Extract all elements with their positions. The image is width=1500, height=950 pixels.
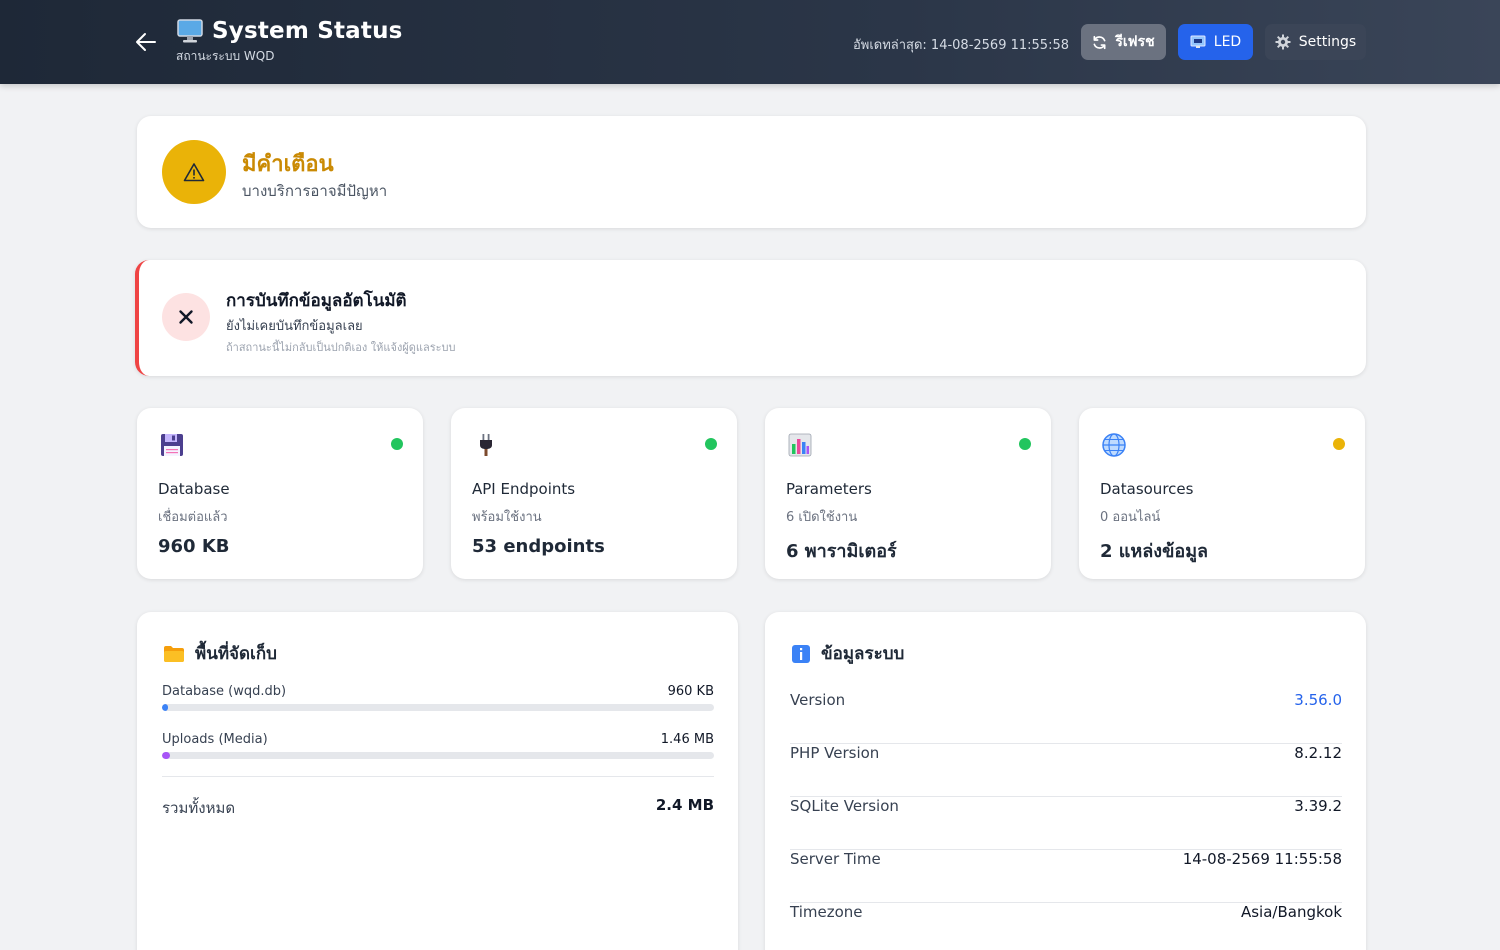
storage-item-value: 960 KB [667,684,714,699]
status-dot [705,438,717,450]
led-label: LED [1213,34,1242,50]
folder-icon [164,645,184,662]
system-info-panel: ข้อมูลระบบ Version 3.56.0 PHP Version 8.… [765,612,1366,950]
storage-total-value: 2.4 MB [655,796,714,814]
info-row-version: Version 3.56.0 [790,691,1342,744]
stat-subtitle: 0 ออนไลน์ [1100,510,1161,525]
warning-subtitle: บางบริการอาจมีปัญหา [242,182,388,200]
page-subtitle: สถานะระบบ WQD [176,49,275,63]
stat-title: API Endpoints [472,480,576,498]
arrow-left-icon [136,33,156,51]
storage-header: พื้นที่จัดเก็บ [163,640,277,667]
settings-label: Settings [1298,34,1357,50]
warning-triangle-icon [183,163,205,182]
divider [162,776,714,777]
storage-title: พื้นที่จัดเก็บ [195,644,277,664]
info-row-timezone: Timezone Asia/Bangkok [790,903,1342,950]
gear-icon [1275,34,1291,50]
storage-progress-fill [162,752,171,759]
stat-card-database[interactable]: Database เชื่อมต่อแล้ว 960 KB [137,408,423,579]
display-icon [1190,35,1206,48]
status-dot [1333,438,1345,450]
plug-icon [480,434,492,456]
warning-badge [162,140,226,204]
info-key: Version [790,691,846,709]
status-dot [1019,438,1031,450]
back-button[interactable] [133,29,159,55]
info-key: PHP Version [790,744,880,762]
stat-card-datasources[interactable]: Datasources 0 ออนไลน์ 2 แหล่งข้อมูล [1079,408,1365,579]
stat-value: 2 แหล่งข้อมูล [1100,541,1209,562]
stat-value: 960 KB [158,536,230,557]
storage-item-value: 1.46 MB [660,732,714,747]
stat-value: 53 endpoints [472,536,605,557]
storage-panel: พื้นที่จัดเก็บ Database (wqd.db) 960 KB … [137,612,738,950]
info-icon [792,644,810,663]
monitor-icon [177,19,203,43]
warning-card: มีคำเตือน บางบริการอาจมีปัญหา [137,116,1366,228]
info-key: Server Time [790,850,881,868]
info-value: Asia/Bangkok [1240,903,1342,921]
led-button[interactable]: LED [1178,24,1253,60]
storage-total-label: รวมทั้งหมด [162,799,236,817]
storage-item-label: Uploads (Media) [162,732,268,747]
error-badge [162,293,210,341]
settings-button[interactable]: Settings [1265,24,1366,60]
close-x-icon [179,310,193,324]
info-value[interactable]: 3.56.0 [1294,691,1342,709]
stat-subtitle: พร้อมใช้งาน [472,510,542,525]
last-update-text: อัพเดทล่าสุด: 14-08-2569 11:55:58 [852,38,1069,53]
stat-title: Datasources [1100,480,1194,498]
info-row-server-time: Server Time 14-08-2569 11:55:58 [790,850,1342,903]
storage-progress-bar [162,704,714,711]
refresh-label: รีเฟรช [1115,34,1155,50]
system-info-header: ข้อมูลระบบ [791,640,904,667]
stat-title: Database [158,480,230,498]
info-value: 3.39.2 [1294,797,1342,815]
warning-title: มีคำเตือน [242,152,334,177]
storage-progress-bar [162,752,714,759]
stat-card-parameters[interactable]: Parameters 6 เปิดใช้งาน 6 พารามิเตอร์ [765,408,1051,579]
system-info-title: ข้อมูลระบบ [821,644,905,664]
info-row-php-version: PHP Version 8.2.12 [790,744,1342,797]
info-value: 8.2.12 [1294,744,1342,762]
info-value: 14-08-2569 11:55:58 [1182,850,1342,868]
floppy-disk-icon [161,434,183,456]
error-subtitle: ยังไม่เคยบันทึกข้อมูลเลย [226,319,363,334]
globe-icon [1102,433,1126,457]
storage-progress-fill [162,704,168,711]
refresh-icon [1093,35,1106,49]
stat-title: Parameters [786,480,872,498]
stat-card-api-endpoints[interactable]: API Endpoints พร้อมใช้งาน 53 endpoints [451,408,737,579]
stat-subtitle: 6 เปิดใช้งาน [786,510,858,525]
bar-chart-icon [788,433,812,457]
autosave-error-card: การบันทึกข้อมูลอัตโนมัติ ยังไม่เคยบันทึก… [135,260,1366,376]
refresh-button[interactable]: รีเฟรช [1081,24,1166,60]
top-header: System Status สถานะระบบ WQD อัพเดทล่าสุด… [0,0,1500,84]
stat-value: 6 พารามิเตอร์ [786,541,897,562]
info-key: SQLite Version [790,797,899,815]
stat-subtitle: เชื่อมต่อแล้ว [158,510,228,525]
error-note: ถ้าสถานะนี้ไม่กลับเป็นปกติเอง ให้แจ้งผู้… [226,341,456,354]
info-key: Timezone [790,903,863,921]
error-title: การบันทึกข้อมูลอัตโนมัติ [226,291,407,311]
page-title: System Status [212,18,403,44]
info-row-sqlite-version: SQLite Version 3.39.2 [790,797,1342,850]
title-block: System Status สถานะระบบ WQD [176,18,403,66]
storage-item-label: Database (wqd.db) [162,684,287,699]
status-dot [391,438,403,450]
